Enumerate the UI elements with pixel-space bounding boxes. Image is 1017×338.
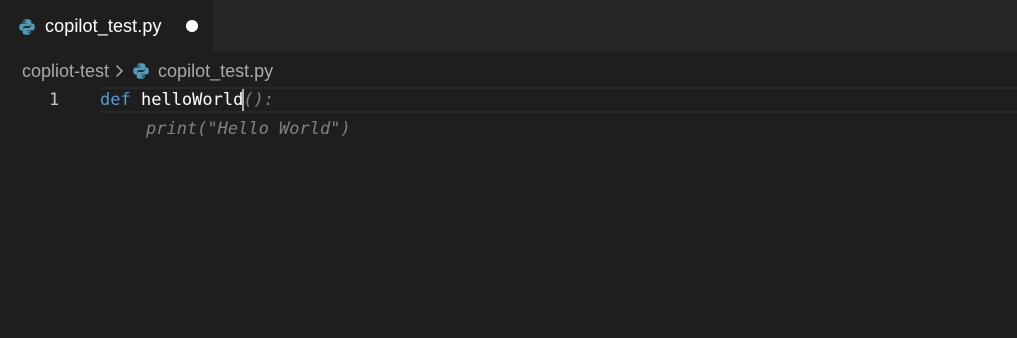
chevron-right-icon	[115, 64, 124, 78]
ghost-suggestion-line: print("Hello World")	[146, 119, 351, 139]
python-file-icon	[18, 18, 36, 36]
keyword-def: def	[100, 90, 131, 110]
function-name: helloWorld	[140, 90, 244, 110]
line-number: 1	[49, 90, 60, 110]
breadcrumb-folder[interactable]: copliot-test	[22, 61, 109, 82]
unsaved-dot-icon[interactable]	[186, 20, 198, 32]
code-line-1[interactable]: def helloWorld():	[100, 89, 274, 111]
python-file-icon	[132, 62, 150, 80]
tab-bar: copilot_test.py	[0, 0, 1017, 53]
tab-copilot-test-py[interactable]: copilot_test.py	[0, 0, 213, 53]
breadcrumb-file[interactable]: copilot_test.py	[158, 61, 273, 82]
ghost-suggestion-inline: ():	[243, 90, 275, 110]
breadcrumb: copliot-test copilot_test.py	[22, 57, 273, 85]
tab-title: copilot_test.py	[45, 16, 162, 36]
